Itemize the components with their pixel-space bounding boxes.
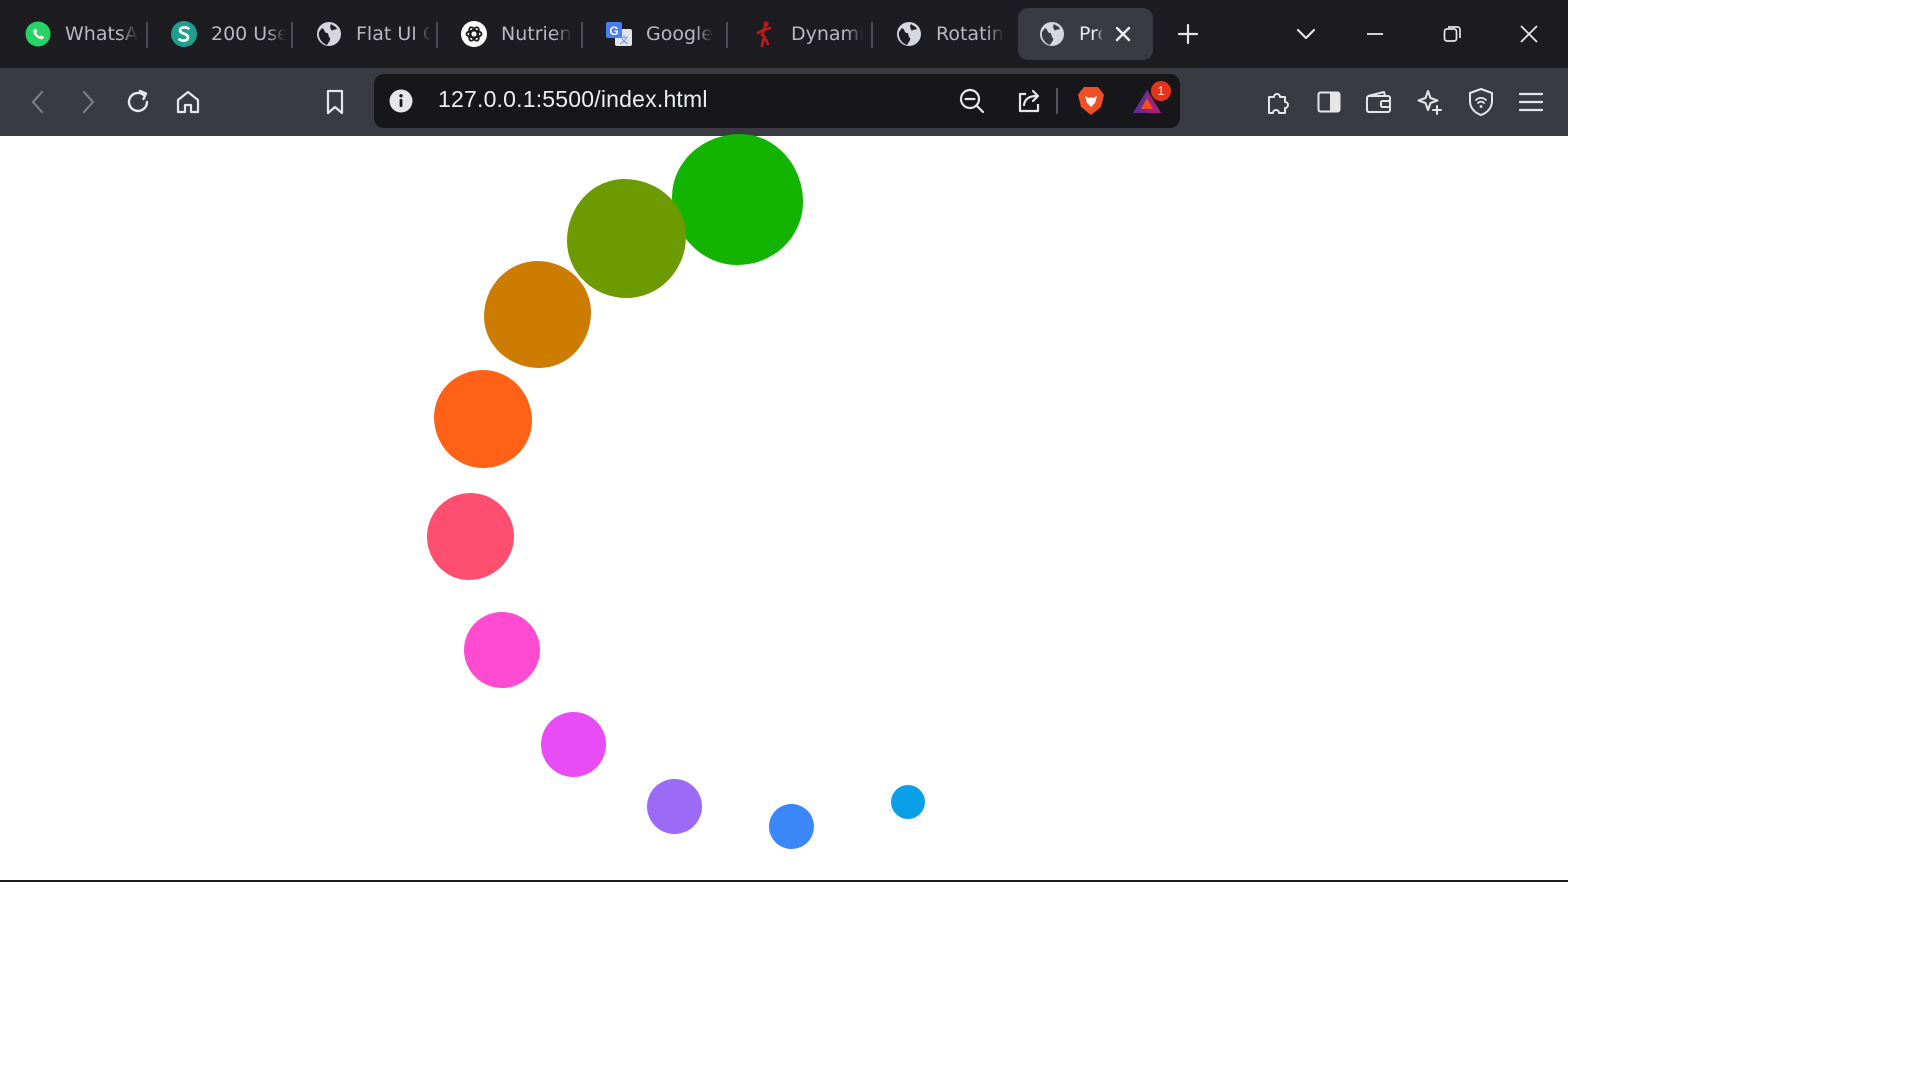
- wallet-icon[interactable]: [1359, 82, 1399, 122]
- globe-icon: [1038, 20, 1066, 48]
- globe-icon: [895, 20, 923, 48]
- svg-text:文: 文: [619, 34, 628, 45]
- forward-arrow-icon[interactable]: [68, 82, 108, 122]
- spinner-dot: [567, 179, 686, 298]
- tab-title: Nutrien: [501, 23, 572, 45]
- address-bar[interactable]: 127.0.0.1:5500/index.html 1: [374, 74, 1180, 128]
- google-translate-icon: G文: [605, 20, 633, 48]
- spinner-dot: [672, 134, 803, 265]
- tab-active[interactable]: Pro: [1018, 8, 1153, 60]
- share-icon[interactable]: [1010, 82, 1048, 120]
- tab-whatsapp[interactable]: WhatsA: [0, 8, 140, 60]
- tab-nutrien[interactable]: Nutrien: [436, 8, 576, 60]
- spinner-dot: [769, 804, 814, 849]
- sidebar-toggle-icon[interactable]: [1309, 82, 1349, 122]
- zoom-out-icon[interactable]: [953, 82, 991, 120]
- figure-icon: [750, 20, 778, 48]
- tab-strip: WhatsA 200 Use Flat UI C Nutrien G文 Goog…: [0, 0, 1568, 68]
- minimize-icon[interactable]: [1355, 14, 1395, 54]
- globe-icon: [315, 20, 343, 48]
- tab-dynamic[interactable]: Dynami: [726, 8, 866, 60]
- bookmark-icon[interactable]: [315, 82, 355, 122]
- spinner-dot: [647, 779, 702, 834]
- window-bottom-border: [0, 880, 1568, 882]
- tab-title: 200 Use: [211, 23, 286, 45]
- spinner-dot: [434, 370, 532, 468]
- svg-text:1: 1: [1158, 84, 1165, 98]
- back-arrow-icon[interactable]: [18, 82, 58, 122]
- reload-icon[interactable]: [118, 82, 158, 122]
- restore-window-icon[interactable]: [1432, 14, 1472, 54]
- new-tab-plus-icon[interactable]: [1168, 14, 1208, 54]
- tab-title: Pro: [1079, 23, 1103, 45]
- divider: [1056, 88, 1058, 114]
- tab-200-users[interactable]: 200 Use: [146, 8, 286, 60]
- tab-title: Flat UI C: [356, 23, 431, 45]
- openai-icon: [460, 20, 488, 48]
- extensions-puzzle-icon[interactable]: [1258, 82, 1298, 122]
- tab-rotating[interactable]: Rotatin: [871, 8, 1011, 60]
- rewards-badge: 1: [1151, 81, 1171, 101]
- svg-text:G: G: [609, 24, 618, 38]
- spinner-dot: [464, 612, 540, 688]
- close-window-icon[interactable]: [1509, 14, 1549, 54]
- leo-ai-sparkle-icon[interactable]: [1410, 82, 1450, 122]
- vpn-shield-icon[interactable]: [1461, 82, 1501, 122]
- tab-google-translate[interactable]: G文 Google: [581, 8, 721, 60]
- menu-hamburger-icon[interactable]: [1511, 82, 1551, 122]
- home-icon[interactable]: [168, 82, 208, 122]
- close-tab-icon[interactable]: [1111, 22, 1135, 46]
- tab-title: WhatsA: [65, 23, 138, 45]
- spinner-dot: [427, 493, 514, 580]
- tab-title: Rotatin: [936, 23, 1004, 45]
- tab-list-chevron-down-icon[interactable]: [1286, 14, 1326, 54]
- tab-title: Google: [646, 23, 714, 45]
- spinner-dot: [484, 261, 591, 368]
- s-logo-icon: [170, 20, 198, 48]
- page-content: [0, 134, 1568, 880]
- brave-shields-icon[interactable]: [1072, 82, 1110, 120]
- site-info-icon[interactable]: [382, 82, 420, 120]
- tab-title: Dynami: [791, 23, 865, 45]
- spinner-dot: [541, 712, 606, 777]
- whatsapp-icon: [24, 20, 52, 48]
- tab-flat-ui[interactable]: Flat UI C: [291, 8, 431, 60]
- url-text[interactable]: 127.0.0.1:5500/index.html: [438, 86, 708, 113]
- browser-toolbar: 127.0.0.1:5500/index.html 1: [0, 68, 1568, 136]
- spinner-dot: [891, 785, 925, 819]
